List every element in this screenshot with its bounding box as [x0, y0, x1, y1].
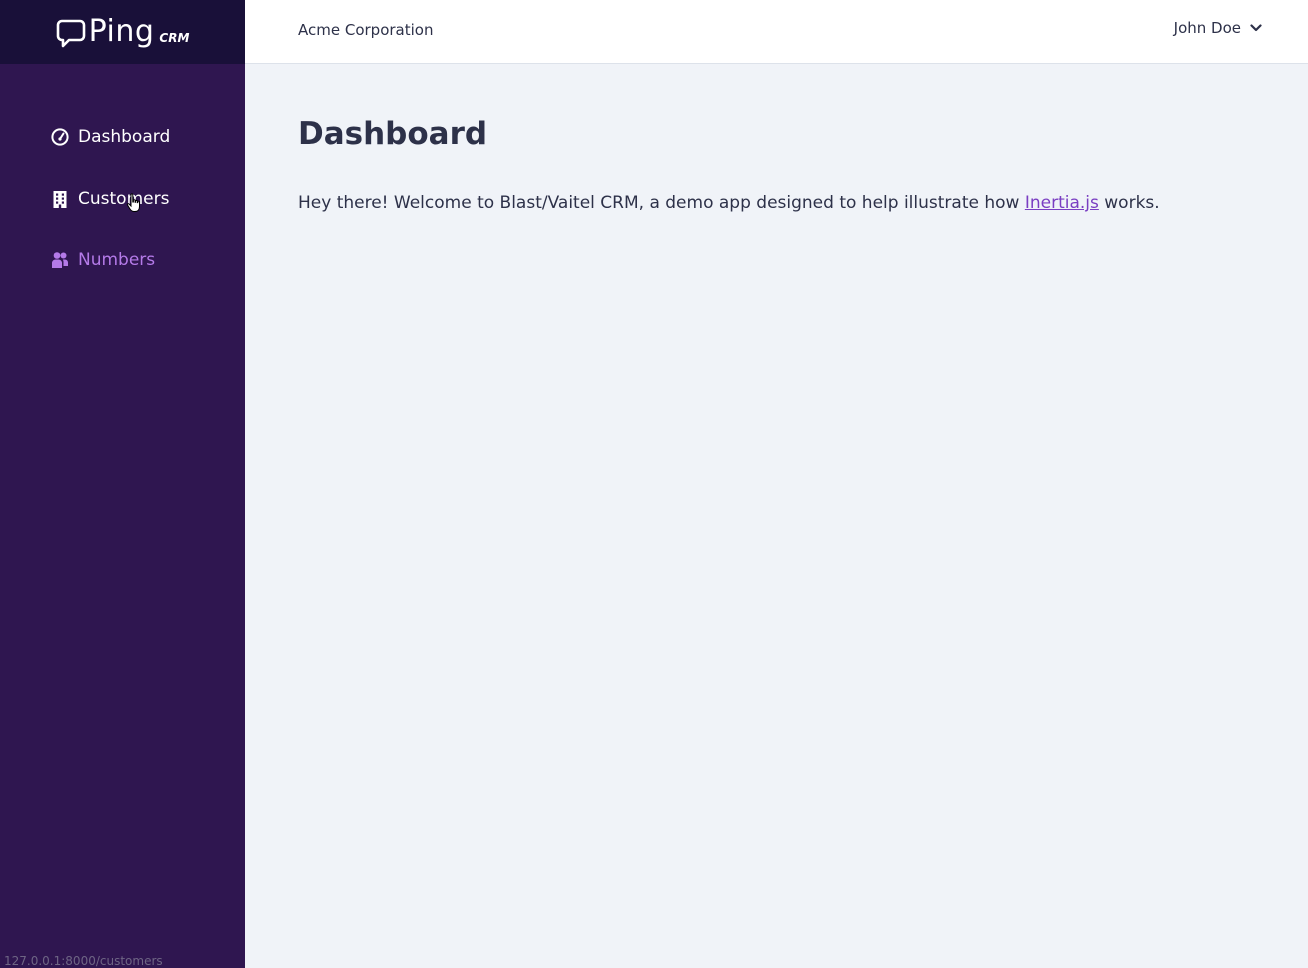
user-name: John Doe — [1173, 19, 1241, 37]
dashboard-gauge-icon — [51, 128, 69, 146]
sidebar-item-numbers[interactable]: Numbers — [51, 250, 155, 270]
inertia-link[interactable]: Inertia.js — [1025, 193, 1099, 213]
building-icon — [53, 191, 67, 208]
page-title: Dashboard — [298, 116, 488, 152]
logo-wordmark: Ping — [88, 14, 155, 49]
users-icon — [52, 252, 68, 268]
welcome-text-end: works. — [1098, 193, 1160, 213]
hand-pointer-cursor-icon — [126, 193, 144, 217]
sidebar-item-label: Numbers — [78, 250, 156, 270]
sidebar: Dashboard Customers Numbers 127.0.0.1:80… — [0, 64, 245, 968]
company-name: Acme Corporation — [298, 21, 434, 39]
ping-crm-logo[interactable]: Ping CRM — [56, 14, 190, 49]
logo-bar: Ping CRM — [0, 0, 245, 64]
chevron-down-icon — [1250, 24, 1262, 32]
speech-bubble-icon — [56, 19, 85, 48]
main-content: Dashboard Hey there! Welcome to Blast/Va… — [245, 64, 1308, 968]
status-bar-url: 127.0.0.1:8000/customers — [4, 954, 163, 968]
top-bar: Acme Corporation John Doe — [245, 0, 1308, 64]
logo-suffix: CRM — [159, 31, 190, 45]
sidebar-item-label: Customers — [78, 189, 170, 209]
sidebar-item-dashboard[interactable]: Dashboard — [51, 127, 170, 147]
sidebar-item-label: Dashboard — [78, 127, 171, 147]
sidebar-item-customers[interactable]: Customers — [51, 189, 169, 209]
welcome-text: Hey there! Welcome to Blast/Vaitel CRM, … — [298, 193, 1025, 213]
welcome-message: Hey there! Welcome to Blast/Vaitel CRM, … — [298, 193, 1160, 213]
user-menu-button[interactable]: John Doe — [1174, 19, 1262, 37]
